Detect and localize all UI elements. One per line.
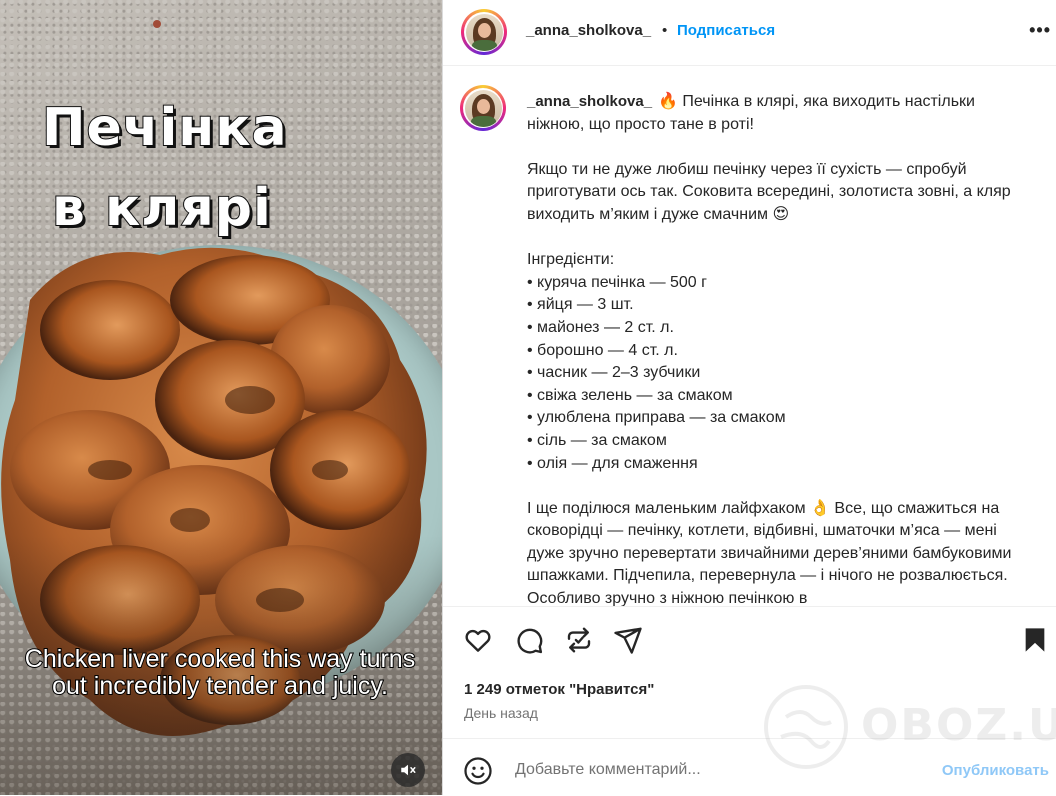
post-media[interactable]: Печінка в клярі Chicken liver cooked thi… (0, 0, 442, 795)
heart-icon[interactable] (463, 625, 493, 655)
author-avatar[interactable] (461, 9, 507, 55)
overlay-title-line1: Печінка (41, 97, 288, 159)
more-options-button[interactable]: ••• (1029, 20, 1051, 41)
header-username[interactable]: _anna_sholkova_ (526, 22, 651, 39)
post-actions: 1 249 отметок "Нравится" День назад (443, 606, 1056, 739)
follow-button[interactable]: Подписаться (677, 22, 775, 39)
bookmark-icon[interactable] (1021, 625, 1049, 655)
overlay-title-line2: в клярі (51, 177, 272, 239)
like-count[interactable]: 1 249 отметок "Нравится" (464, 681, 654, 698)
caption-username[interactable]: _anna_sholkova_ (527, 93, 652, 110)
caption-avatar[interactable] (460, 85, 506, 131)
emoji-icon[interactable] (463, 756, 493, 786)
video-subtitle: Chicken liver cooked this way turns out … (24, 645, 416, 701)
publish-button[interactable]: Опубликовать (942, 762, 1049, 779)
comment-input[interactable] (513, 757, 917, 783)
caption-text: 🔥 Печінка в клярі, яка виходить настільк… (527, 93, 1012, 606)
caption-scroll-area[interactable]: _anna_sholkova_ 🔥 Печінка в клярі, яка ви… (443, 66, 1056, 606)
post-caption: _anna_sholkova_ 🔥 Печінка в клярі, яка ви… (527, 91, 1017, 606)
speaker-muted-icon (401, 764, 416, 776)
comment-icon[interactable] (514, 625, 544, 655)
share-icon[interactable] (613, 625, 643, 655)
post-time[interactable]: День назад (464, 705, 538, 721)
mute-button[interactable] (391, 753, 425, 787)
post-sidebar: _anna_sholkova_ • Подписаться ••• _anna_… (442, 0, 1056, 795)
post-header: _anna_sholkova_ • Подписаться ••• (443, 0, 1056, 66)
header-separator: • (662, 22, 668, 39)
comment-bar: Опубликовать (443, 738, 1056, 796)
repost-icon[interactable] (564, 625, 594, 655)
